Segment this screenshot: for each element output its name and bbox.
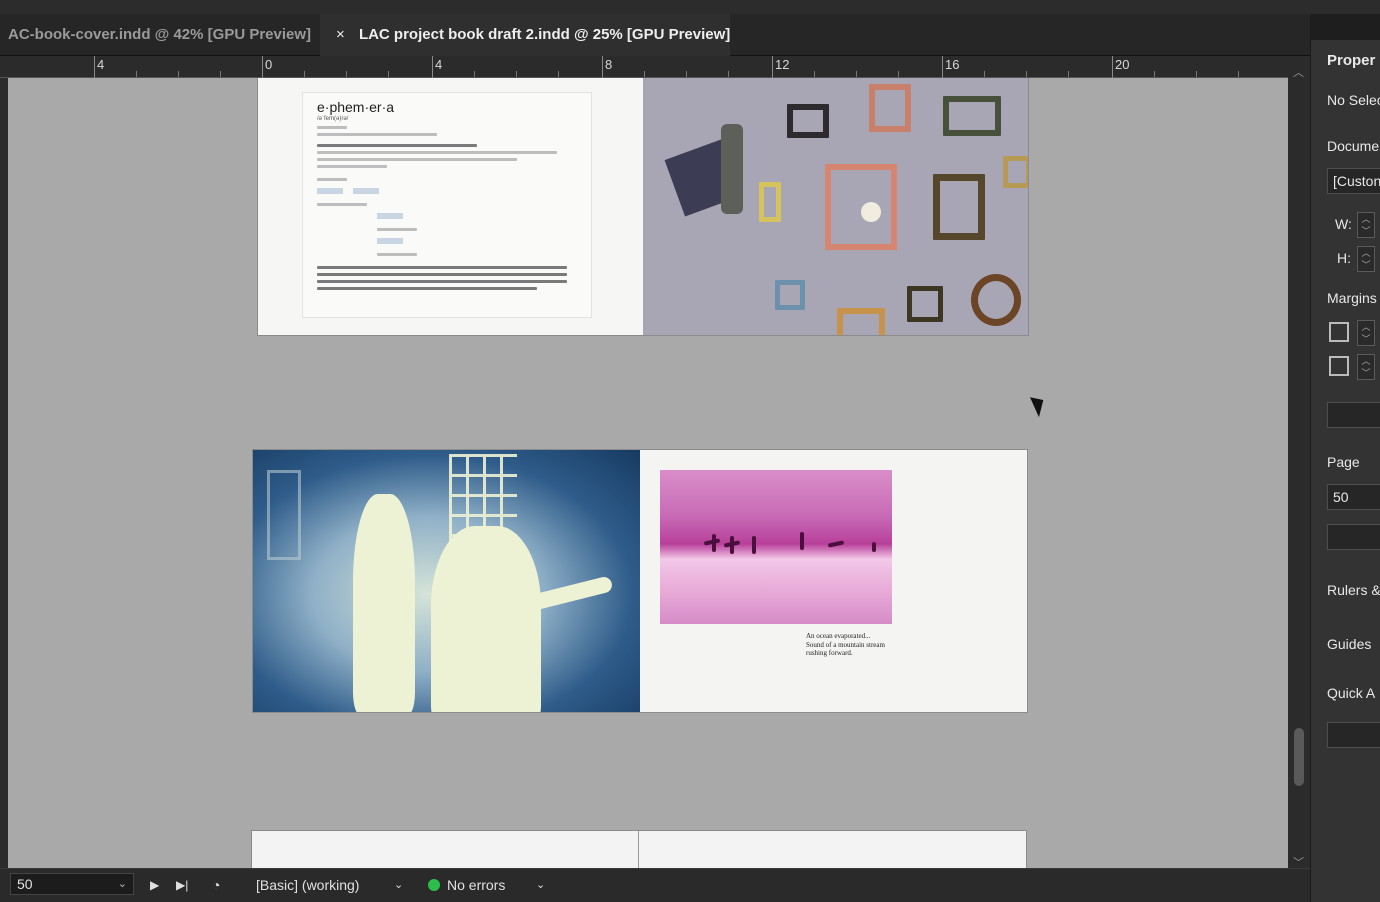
ruler-label: 4 [97,57,105,72]
dictionary-entry: e·phem·er·a /əˈfem(ə)rə/ [302,92,592,318]
surf-image [660,470,892,624]
title-strip [0,0,1380,14]
spread-3[interactable] [252,831,1026,868]
width-stepper[interactable]: ︿ ﹀ [1357,212,1375,238]
ruler-label: 8 [605,57,613,72]
document-canvas[interactable]: e·phem·er·a /əˈfem(ə)rə/ An ocean evapor… [8,78,1288,868]
errors-label: No errors [447,877,506,893]
page-frames-photo[interactable] [643,78,1028,335]
tab-label: LAC project book draft 2.indd @ 25% [GPU… [358,26,731,43]
tab-project-book-draft[interactable]: × LAC project book draft 2.indd @ 25% [G… [320,14,730,56]
figure-1 [353,494,415,712]
caption-line: rushing forward. [806,649,853,657]
preflight-icon[interactable]: ◔ [212,875,220,895]
preflight-status[interactable]: No errors [428,875,505,895]
page-section-label: Page [1327,454,1360,470]
edit-page-button[interactable] [1327,524,1380,550]
ruler-label: 16 [945,57,960,72]
mouse-cursor-icon [1030,392,1049,418]
chevron-down-icon[interactable]: ⌄ [118,874,127,894]
quick-action-button[interactable] [1327,722,1380,748]
next-page-icon[interactable]: ▶ [150,875,159,895]
guides-section-label: Guides [1327,636,1372,652]
height-stepper[interactable]: ︿ ﹀ [1357,246,1375,272]
vertical-ruler[interactable] [0,78,8,868]
page-number-field[interactable]: 50 ⌄ [10,873,134,895]
ruler-label: 20 [1115,57,1130,72]
yarn-ball [861,202,881,222]
horizontal-ruler[interactable]: 4 0 4 8 12 16 20 [0,56,1310,78]
scrollbar-thumb[interactable] [1294,728,1304,786]
scroll-up-icon[interactable]: ︿ [1293,64,1304,80]
page-number-value: 50 [17,876,33,892]
margin-bottom-icon [1329,356,1349,376]
page-negative-photo[interactable] [253,450,640,712]
panel-title: Proper [1327,52,1376,69]
margin-top-icon [1329,322,1349,342]
height-label: H: [1337,250,1351,266]
chevron-down-icon[interactable]: ⌄ [394,875,403,895]
spread-2[interactable]: An ocean evaporated... Sound of a mounta… [253,450,1027,712]
page-surf-photo[interactable]: An ocean evaporated... Sound of a mounta… [640,450,1027,712]
close-icon[interactable]: × [336,26,345,43]
margins-section-label: Margins [1327,290,1377,306]
document-tab-bar: AC-book-cover.indd @ 42% [GPU Preview] ×… [0,14,1310,56]
surf-caption: An ocean evaporated... Sound of a mounta… [806,632,916,658]
quick-actions-label: Quick A [1327,685,1376,701]
caption-line: An ocean evaporated... [806,632,871,640]
status-dot [428,879,440,891]
indesign-window: AC-book-cover.indd @ 42% [GPU Preview] ×… [0,0,1380,902]
vertical-scrollbar[interactable]: ︿ ﹀ [1288,56,1310,869]
page-field[interactable]: 50 [1327,484,1380,510]
margin-top-stepper[interactable]: ︿ ﹀ [1357,320,1375,346]
caption-line: Sound of a mountain stream [806,640,885,649]
figure-2 [431,526,541,712]
selection-status: No Selec [1327,92,1380,108]
page-dictionary[interactable]: e·phem·er·a /əˈfem(ə)rə/ [258,78,643,335]
width-label: W: [1335,216,1352,232]
status-bar: 50 ⌄ ▶ ▶| ◔ [Basic] (working) ⌄ No error… [0,868,1310,902]
adjust-layout-button[interactable] [1327,402,1380,428]
properties-panel: Proper No Selec Docume [Custon W: ︿ ﹀ H: … [1310,40,1380,902]
dictionary-pronunciation: /əˈfem(ə)rə/ [317,116,349,122]
ruler-label: 12 [775,57,790,72]
rulers-section-label: Rulers & [1327,582,1380,598]
tab-book-cover[interactable]: AC-book-cover.indd @ 42% [GPU Preview] [8,14,311,56]
spread-1[interactable]: e·phem·er·a /əˈfem(ə)rə/ [258,78,1028,335]
ruler-label: 0 [265,57,273,72]
margin-bottom-stepper[interactable]: ︿ ﹀ [1357,354,1375,380]
document-section-label: Docume [1327,138,1380,154]
preflight-profile[interactable]: [Basic] (working) [256,875,359,895]
ruler-label: 4 [435,57,443,72]
last-page-icon[interactable]: ▶| [176,875,188,895]
document-preset-select[interactable]: [Custon [1327,168,1380,194]
chevron-down-icon[interactable]: ⌄ [536,875,545,895]
dictionary-word: e·phem·er·a [317,99,395,115]
